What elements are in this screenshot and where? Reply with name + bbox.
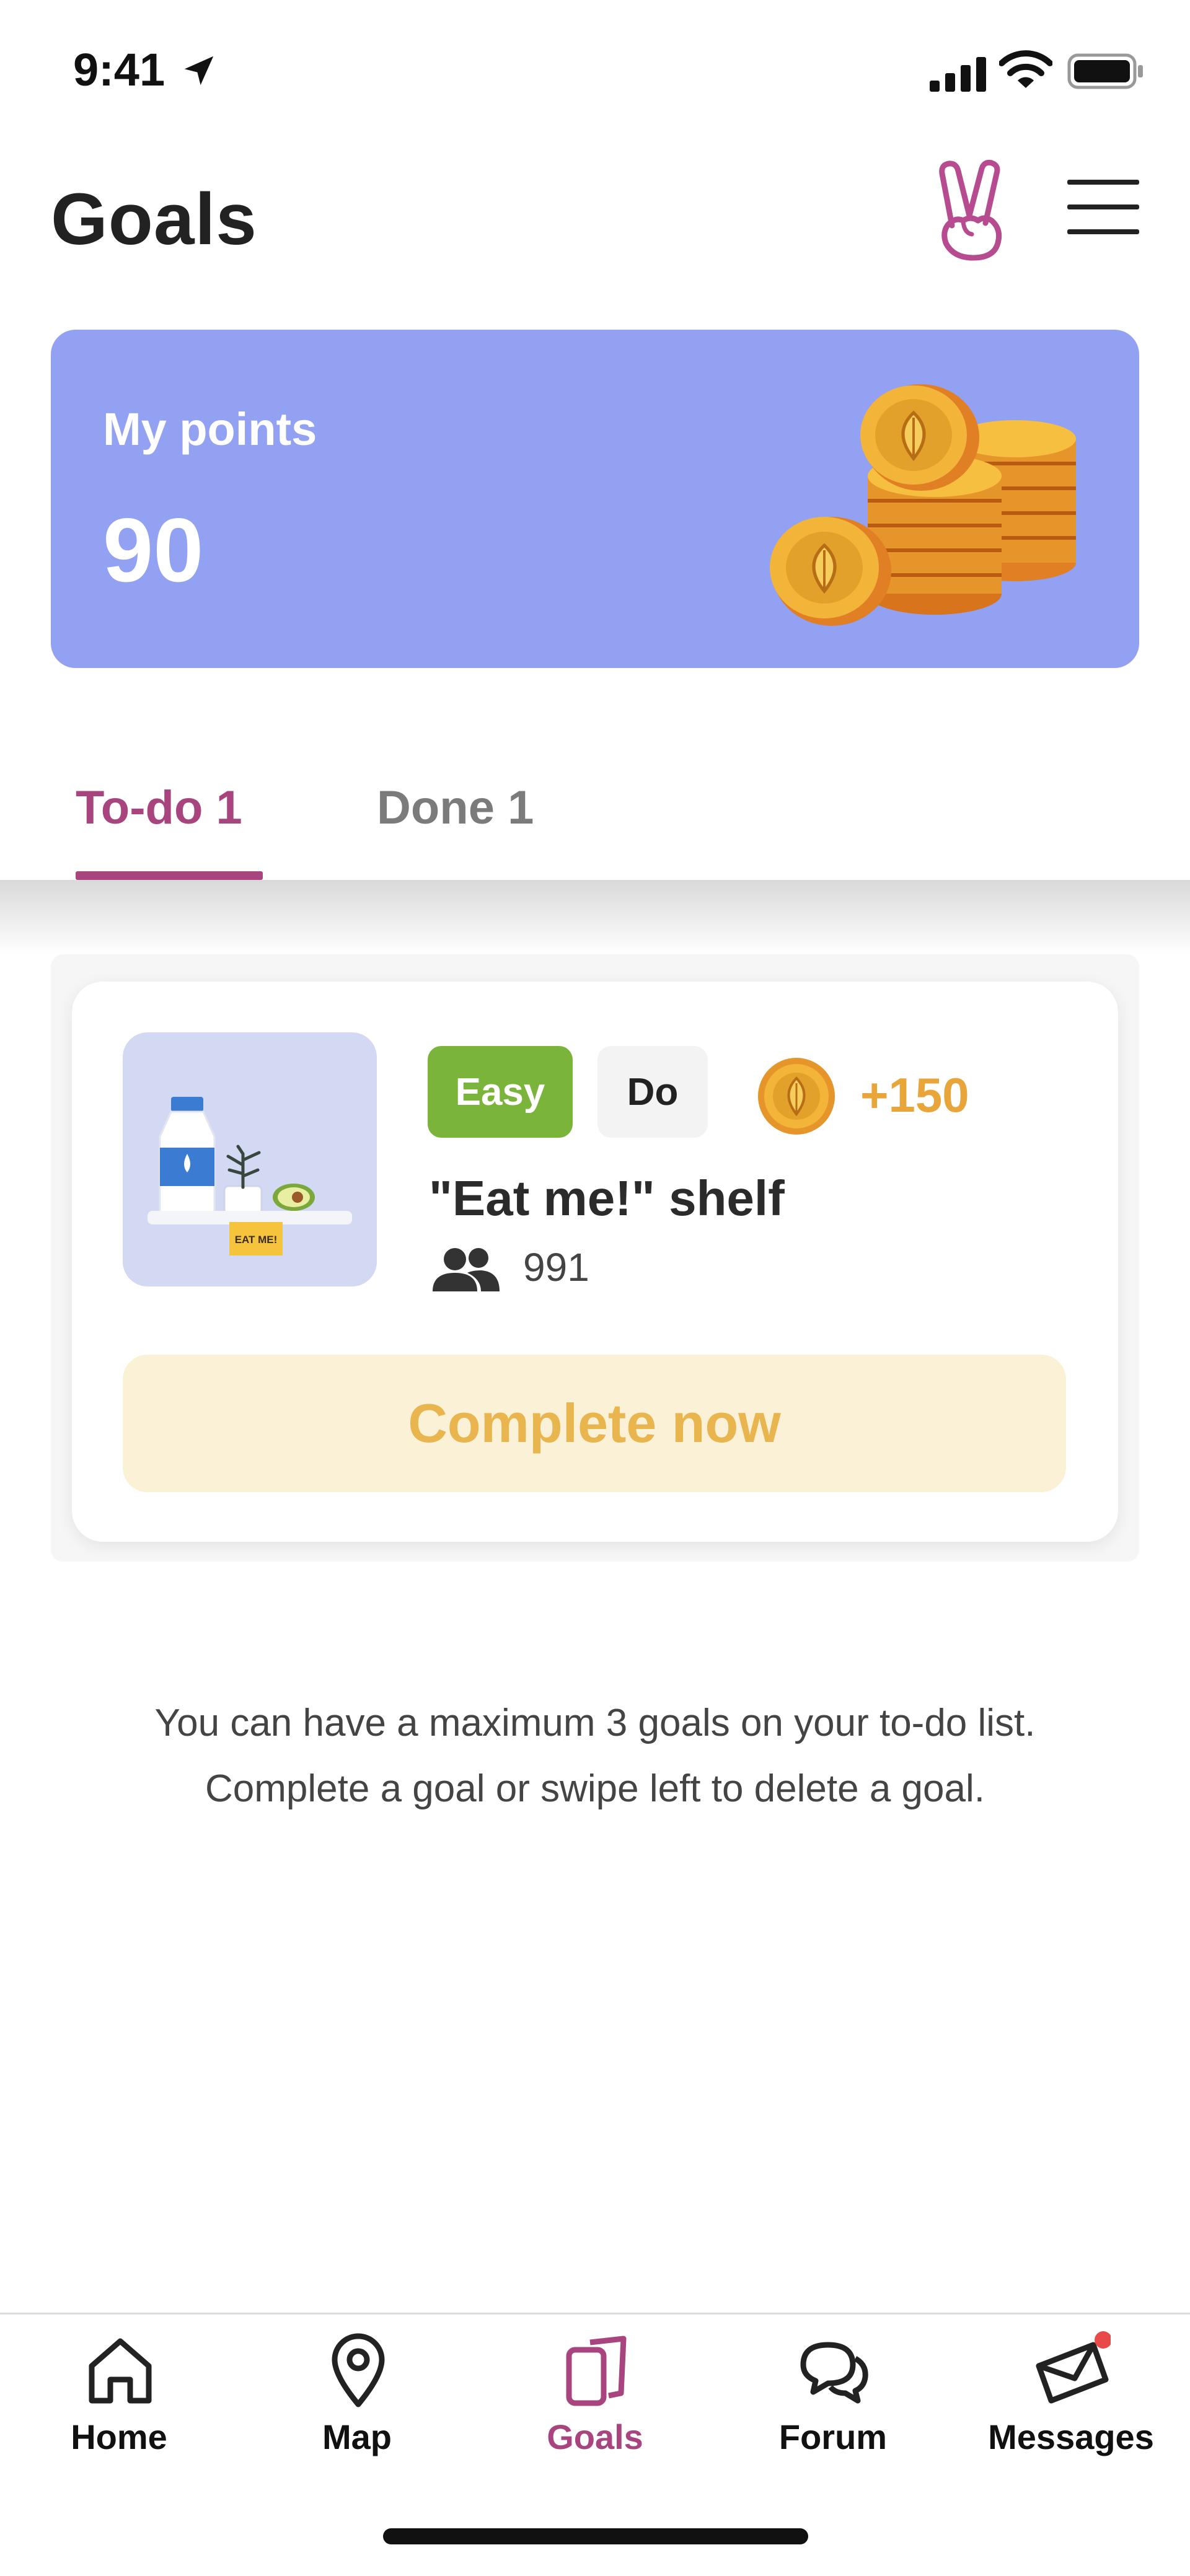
info-line-2: Complete a goal or swipe left to delete … [205,1767,985,1810]
nav-map[interactable]: Map [238,2325,476,2474]
tab-done[interactable]: Done 1 [377,781,534,835]
status-time: 9:41 [73,44,165,95]
goal-type-tag: Do [597,1046,708,1138]
nav-home[interactable]: Home [0,2325,238,2474]
coins-stack-illustration [770,384,1076,626]
goals-limit-info: You can have a maximum 3 goals on your t… [51,1690,1139,1822]
difficulty-tag: Easy [428,1046,573,1138]
reward-points: +150 [860,1068,969,1122]
people-icon [433,1248,500,1291]
chat-bubbles-icon [800,2342,868,2404]
tab-to-do[interactable]: To-do 1 [76,781,242,835]
page-title: Goals [51,178,257,260]
peace-hand-icon[interactable] [928,156,1015,262]
nav-messages-label: Messages [988,2417,1154,2456]
nav-map-label: Map [322,2417,392,2456]
bottom-nav-divider [0,2313,1190,2314]
points-label: My points [103,403,317,455]
goals-cards-icon [566,2336,627,2406]
home-icon [89,2338,152,2404]
nav-goals-label: Goals [547,2417,643,2456]
nav-home-label: Home [71,2417,167,2456]
nav-forum-label: Forum [778,2417,888,2456]
points-card: My points 90 [51,330,1139,668]
points-value: 90 [103,499,204,600]
nav-goals[interactable]: Goals [476,2325,714,2474]
nav-forum[interactable]: Forum [714,2325,952,2474]
map-pin-icon [332,2333,385,2407]
cellular-signal-icon [930,57,986,92]
goal-thumbnail: EAT ME! [123,1032,377,1286]
battery-icon [1067,53,1143,89]
coin-icon [758,1058,835,1135]
notification-badge [1095,2331,1111,2349]
hamburger-menu-icon[interactable] [1067,177,1139,237]
home-indicator[interactable] [383,2528,808,2544]
tabs-shadow [0,880,1190,954]
location-arrow-icon [184,56,214,86]
wifi-icon [999,50,1052,88]
participants-count: 991 [523,1245,589,1290]
goal-card[interactable]: EAT ME! Easy Do +150 "Eat me!" shelf 991… [72,982,1118,1542]
eat-me-shelf-illustration: EAT ME! [148,1097,352,1255]
active-tab-indicator [76,871,263,880]
eat-me-label: EAT ME! [235,1234,278,1246]
envelope-icon [1036,2331,1111,2404]
info-line-1: You can have a maximum 3 goals on your t… [154,1702,1036,1744]
complete-now-button[interactable]: Complete now [123,1355,1066,1492]
nav-messages[interactable]: Messages [952,2325,1190,2474]
goal-title: "Eat me!" shelf [429,1171,785,1226]
